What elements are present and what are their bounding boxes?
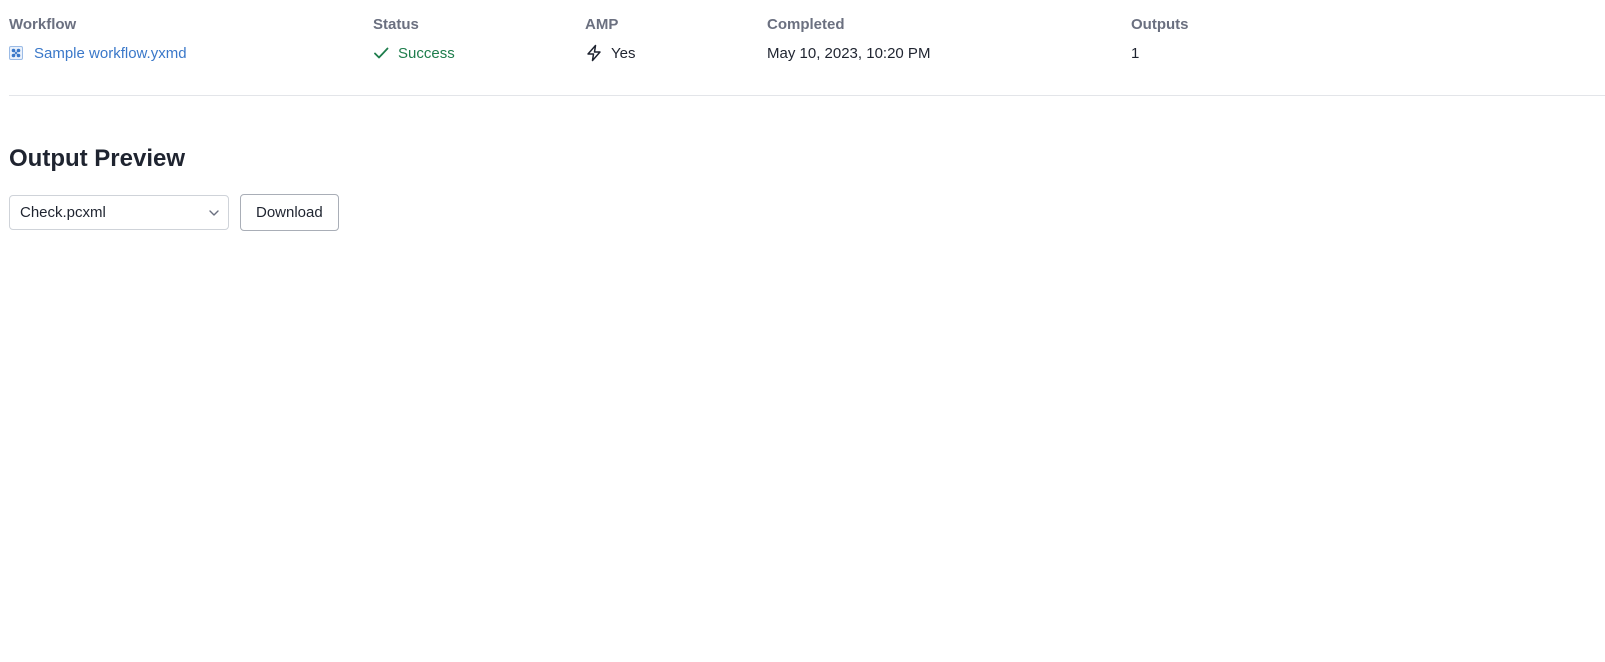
- workflow-file-icon: [9, 46, 23, 60]
- chevron-down-icon: [209, 210, 219, 216]
- header-completed: Completed: [767, 15, 845, 33]
- output-preview-title: Output Preview: [9, 145, 186, 172]
- outputs-value: 1: [1131, 44, 1140, 62]
- output-file-select[interactable]: Check.pcxml: [9, 195, 229, 230]
- header-status: Status: [373, 15, 419, 33]
- check-icon: [373, 45, 389, 61]
- download-button[interactable]: Download: [240, 194, 339, 231]
- status-cell: Success: [373, 41, 455, 65]
- workflow-link[interactable]: Sample workflow.yxmd: [34, 45, 187, 62]
- job-details-page: Workflow Status AMP Completed Outputs Sa…: [0, 0, 1605, 662]
- amp-cell: Yes: [585, 41, 635, 65]
- output-preview-controls: Check.pcxml Download: [9, 194, 339, 231]
- section-divider: [9, 95, 1605, 96]
- completed-value: May 10, 2023, 10:20 PM: [767, 44, 931, 62]
- status-badge: Success: [398, 44, 455, 62]
- amp-value: Yes: [611, 44, 636, 62]
- table-row: Sample workflow.yxmd Success Yes May 10,…: [0, 41, 1605, 65]
- header-workflow: Workflow: [9, 15, 77, 33]
- header-outputs: Outputs: [1131, 15, 1189, 33]
- output-file-select-value: Check.pcxml: [20, 204, 106, 221]
- lightning-bolt-icon: [585, 44, 603, 62]
- header-amp: AMP: [585, 15, 619, 33]
- table-header-row: Workflow Status AMP Completed Outputs: [0, 12, 1605, 36]
- workflow-cell: Sample workflow.yxmd: [9, 41, 187, 65]
